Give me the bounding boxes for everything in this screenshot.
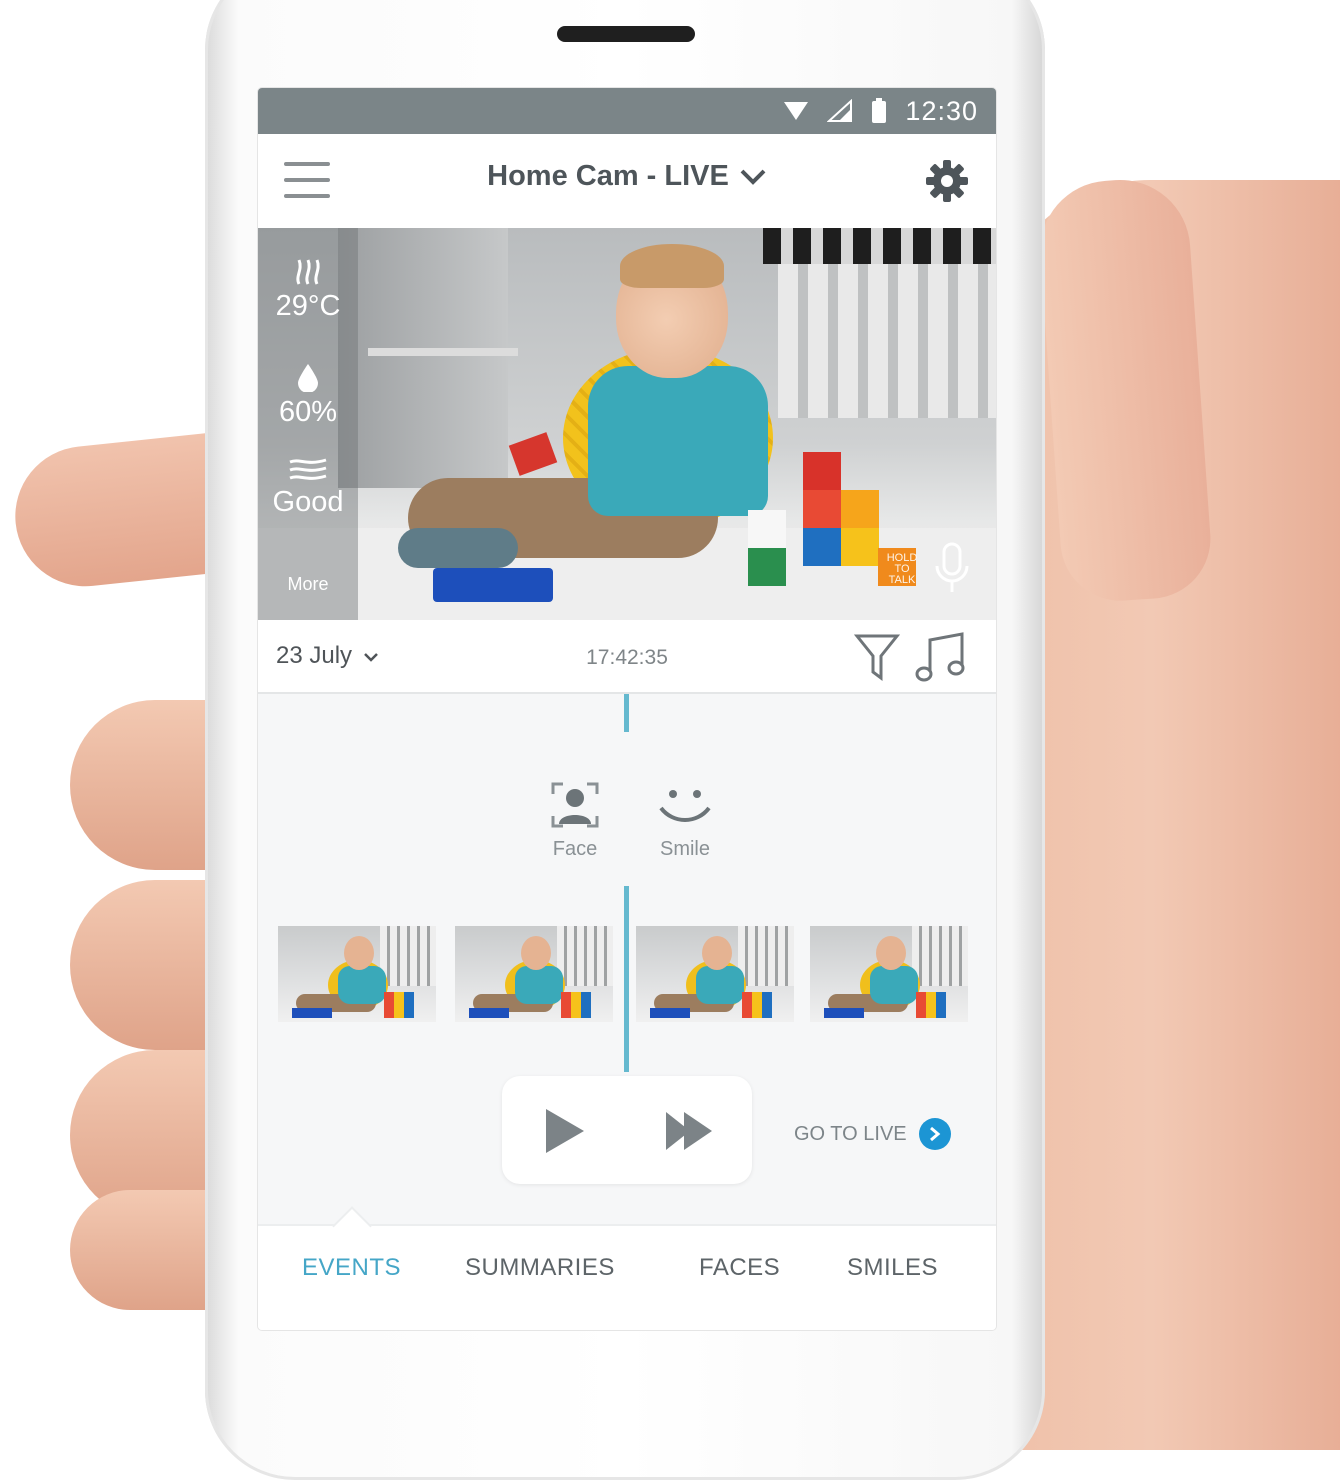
timeline-header: 23 July 17:42:35: [258, 620, 996, 694]
live-video-feed[interactable]: 29°C 60% Good More HOLD TO TALK: [258, 228, 996, 620]
video-baby-sock: [398, 528, 518, 568]
status-time: 12:30: [905, 95, 978, 126]
signal-icon: [827, 99, 853, 122]
video-baby-hair: [620, 244, 724, 288]
app-header: Home Cam - LIVE: [258, 134, 996, 228]
battery-icon: [872, 98, 887, 123]
tab-events[interactable]: EVENTS: [302, 1254, 401, 1282]
tag-smile-label: Smile: [659, 838, 710, 860]
heat-icon: [296, 259, 320, 285]
phone-speaker: [557, 26, 695, 42]
event-timeline[interactable]: Face Smile GO TO LIVE: [258, 694, 996, 1224]
video-block: [748, 548, 786, 586]
video-toy-red: [508, 432, 558, 476]
tag-smile[interactable]: Smile: [640, 780, 730, 861]
fast-forward-icon[interactable]: [662, 1108, 716, 1154]
microphone-icon[interactable]: [932, 542, 972, 596]
tab-summaries[interactable]: SUMMARIES: [465, 1254, 615, 1282]
camera-title: Home Cam - LIVE: [487, 160, 729, 192]
tag-face[interactable]: Face: [530, 780, 620, 861]
air-quality-value: Good: [272, 486, 344, 518]
tab-smiles[interactable]: SMILES: [847, 1254, 938, 1282]
face-recognition-icon: [551, 782, 599, 828]
talk-label-line: TO: [894, 562, 910, 575]
video-block: [803, 528, 841, 566]
temperature-value: 29°C: [275, 290, 341, 322]
status-bar: 12:30: [258, 88, 996, 134]
hold-to-talk[interactable]: HOLD TO TALK: [880, 542, 972, 596]
video-background-wall: [338, 228, 508, 488]
video-crib-top: [763, 228, 996, 264]
video-shelf: [368, 348, 518, 356]
video-block: [803, 452, 841, 490]
go-to-live-button[interactable]: GO TO LIVE: [794, 1118, 951, 1150]
talk-label-line: HOLD: [886, 551, 918, 564]
event-thumbnail[interactable]: [636, 926, 794, 1022]
tab-faces[interactable]: FACES: [699, 1254, 780, 1282]
sensor-sidebar: 29°C 60% Good More: [258, 228, 358, 620]
air-quality-readout: Good: [258, 456, 358, 519]
event-thumbnail[interactable]: [278, 926, 436, 1022]
video-baby-body: [588, 366, 768, 516]
camera-selector[interactable]: Home Cam - LIVE: [258, 160, 996, 193]
timeline-cursor: [624, 694, 629, 732]
air-quality-icon: [289, 458, 327, 480]
tag-face-label: Face: [552, 838, 598, 860]
play-icon[interactable]: [540, 1106, 588, 1156]
video-block: [841, 528, 879, 566]
filter-icon[interactable]: [854, 632, 900, 684]
humidity-value: 60%: [278, 396, 338, 428]
music-note-icon[interactable]: [914, 632, 970, 684]
more-link[interactable]: More: [258, 574, 358, 595]
video-block: [748, 510, 786, 548]
thumb-right: [1035, 175, 1215, 605]
event-thumbnail[interactable]: [455, 926, 613, 1022]
app-screen: 12:30 Home Cam - LIVE 29°C 60% Good More…: [258, 88, 996, 1330]
video-block: [803, 490, 841, 528]
humidity-readout: 60%: [258, 362, 358, 429]
temperature-readout: 29°C: [258, 256, 358, 323]
gear-icon[interactable]: [924, 158, 970, 204]
chevron-down-icon: [740, 169, 766, 186]
hold-to-talk-label: HOLD TO TALK: [880, 551, 924, 586]
video-toy-blue: [433, 568, 553, 602]
smile-icon: [659, 790, 711, 822]
bottom-tab-bar: EVENTS SUMMARIES FACES SMILES: [258, 1206, 996, 1330]
playback-controls: [502, 1076, 752, 1184]
event-thumbnail[interactable]: [810, 926, 968, 1022]
talk-label-line: TALK: [888, 573, 916, 586]
go-to-live-label: GO TO LIVE: [794, 1122, 907, 1145]
video-block: [841, 490, 879, 528]
wifi-icon: [784, 102, 809, 120]
chevron-right-icon: [918, 1118, 951, 1150]
water-drop-icon: [298, 364, 318, 392]
timeline-playhead[interactable]: [624, 886, 629, 1072]
